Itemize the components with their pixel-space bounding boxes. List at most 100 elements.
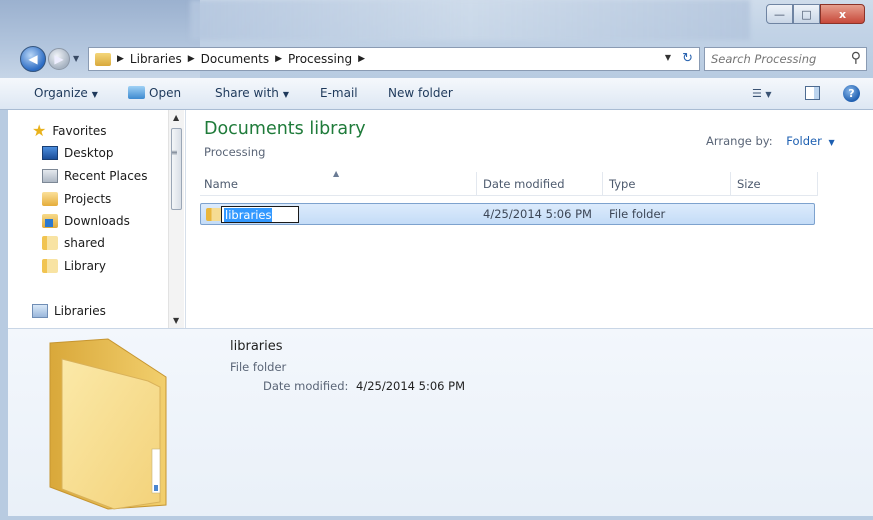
- folder-icon: [206, 208, 222, 221]
- star-icon: ★: [32, 121, 47, 140]
- organize-label: Organize: [34, 86, 88, 100]
- address-bar[interactable]: ▶ Libraries ▶ Documents ▶ Processing ▶ ▼…: [88, 47, 700, 71]
- scrollbar-thumb[interactable]: [171, 128, 182, 210]
- desktop-icon: [42, 146, 58, 160]
- navigation-scrollbar[interactable]: ▲ ≡ ▼: [168, 110, 184, 328]
- chevron-right-icon[interactable]: ▶: [117, 54, 124, 64]
- command-bar: Organize ▼ Open Share with ▼ E-mail New fo…: [0, 78, 873, 110]
- nav-favorites-label: Favorites: [52, 124, 107, 138]
- sort-ascending-icon: ▲: [333, 169, 340, 178]
- column-date-modified[interactable]: Date modified: [483, 177, 565, 191]
- grip-icon: ≡: [171, 148, 178, 157]
- nav-item-label: Projects: [64, 192, 112, 206]
- column-divider[interactable]: [602, 172, 603, 196]
- maximize-button[interactable]: □: [793, 4, 820, 24]
- folder-icon: [95, 52, 111, 66]
- downloads-icon: [42, 214, 58, 228]
- projects-folder-icon: [42, 192, 58, 206]
- column-size[interactable]: Size: [737, 177, 761, 191]
- recent-pages-dropdown[interactable]: ▼: [73, 54, 79, 63]
- scroll-down-icon[interactable]: ▼: [173, 316, 179, 325]
- chevron-down-icon: ▼: [91, 90, 98, 99]
- window-frame-left: [0, 110, 8, 520]
- nav-item-label: Library: [64, 259, 106, 273]
- file-type: File folder: [609, 207, 666, 221]
- organize-button[interactable]: Organize ▼: [34, 86, 98, 100]
- preview-pane-button[interactable]: [805, 86, 820, 100]
- file-row[interactable]: libraries 4/25/2014 5:06 PM File folder: [200, 203, 815, 225]
- arrow-left-icon: ◀: [28, 52, 38, 66]
- search-input[interactable]: [711, 52, 841, 66]
- library-subtitle: Processing: [204, 145, 266, 159]
- share-with-button[interactable]: Share with ▼: [215, 86, 289, 100]
- nav-item-label: Recent Places: [64, 169, 148, 183]
- folder-icon: [42, 259, 58, 273]
- rename-selected-text[interactable]: libraries: [224, 208, 273, 222]
- chevron-right-icon[interactable]: ▶: [358, 54, 365, 64]
- forward-button[interactable]: ▶: [48, 48, 70, 70]
- file-date-modified: 4/25/2014 5:06 PM: [483, 207, 592, 221]
- chevron-down-icon: ▼: [765, 90, 772, 99]
- back-button[interactable]: ◀: [20, 46, 46, 72]
- chevron-down-icon: ▼: [282, 90, 290, 99]
- chevron-right-icon[interactable]: ▶: [188, 54, 195, 64]
- window-controls: — □ x: [766, 4, 865, 24]
- folder-icon: [42, 236, 58, 250]
- arrange-by: Arrange by: Folder ▼: [706, 134, 835, 148]
- search-icon[interactable]: ⚲: [851, 50, 861, 66]
- address-dropdown-icon[interactable]: ▼: [665, 53, 671, 62]
- column-header: ▲ Name Date modified Type Size: [200, 169, 818, 196]
- column-divider[interactable]: [817, 172, 818, 196]
- column-type[interactable]: Type: [609, 177, 635, 191]
- breadcrumb-documents[interactable]: Documents: [201, 52, 269, 66]
- library-title: Documents library: [204, 119, 366, 139]
- search-box[interactable]: ⚲: [704, 47, 867, 71]
- view-icon: ☰: [752, 87, 762, 100]
- nav-item-recent-places[interactable]: Recent Places: [42, 169, 147, 183]
- nav-favorites[interactable]: ★ Favorites: [32, 121, 107, 140]
- nav-item-shared[interactable]: shared: [42, 236, 105, 250]
- details-pane: [8, 328, 873, 520]
- title-bar: — □ x ◀ ▶ ▼ ▶ Libraries ▶ Documents ▶ Pr…: [0, 0, 873, 78]
- details-date-modified: Date modified: 4/25/2014 5:06 PM: [263, 379, 465, 393]
- nav-item-library[interactable]: Library: [42, 259, 106, 273]
- open-button[interactable]: Open: [128, 86, 181, 100]
- nav-item-downloads[interactable]: Downloads: [42, 214, 130, 228]
- new-folder-button[interactable]: New folder: [388, 86, 453, 100]
- nav-libraries-label: Libraries: [54, 304, 106, 318]
- libraries-icon: [32, 304, 48, 318]
- nav-item-label: shared: [64, 236, 105, 250]
- column-divider[interactable]: [476, 172, 477, 196]
- chevron-right-icon[interactable]: ▶: [275, 54, 282, 64]
- help-button[interactable]: ?: [843, 85, 860, 102]
- column-name[interactable]: Name: [204, 177, 238, 191]
- arrow-right-icon: ▶: [54, 52, 64, 66]
- details-date-label: Date modified:: [263, 379, 349, 393]
- large-folder-icon: [49, 338, 167, 510]
- recent-places-icon: [42, 169, 58, 183]
- glass-blur: [190, 0, 750, 40]
- details-date-value: 4/25/2014 5:06 PM: [356, 379, 465, 393]
- column-divider[interactable]: [730, 172, 731, 196]
- refresh-icon[interactable]: ↻: [682, 51, 693, 66]
- share-with-label: Share with: [215, 86, 279, 100]
- breadcrumb-libraries[interactable]: Libraries: [130, 52, 182, 66]
- nav-item-desktop[interactable]: Desktop: [42, 146, 114, 160]
- arrange-by-dropdown[interactable]: Folder: [786, 134, 822, 148]
- details-file-type: File folder: [230, 360, 287, 374]
- window-frame-bottom: [0, 516, 873, 520]
- change-view-button[interactable]: ☰ ▼: [752, 87, 772, 100]
- scroll-up-icon[interactable]: ▲: [173, 113, 179, 122]
- details-file-name: libraries: [230, 339, 283, 354]
- open-icon: [128, 86, 145, 99]
- explorer-window: — □ x ◀ ▶ ▼ ▶ Libraries ▶ Documents ▶ Pr…: [0, 0, 873, 520]
- rename-input[interactable]: libraries: [221, 206, 299, 223]
- breadcrumb-processing[interactable]: Processing: [288, 52, 352, 66]
- minimize-button[interactable]: —: [766, 4, 793, 24]
- close-button[interactable]: x: [820, 4, 865, 24]
- nav-libraries[interactable]: Libraries: [32, 304, 106, 318]
- chevron-down-icon[interactable]: ▼: [829, 138, 835, 147]
- nav-item-projects[interactable]: Projects: [42, 192, 111, 206]
- navigation-pane: ★ Favorites Desktop Recent Places Projec…: [18, 110, 186, 328]
- email-button[interactable]: E-mail: [320, 86, 358, 100]
